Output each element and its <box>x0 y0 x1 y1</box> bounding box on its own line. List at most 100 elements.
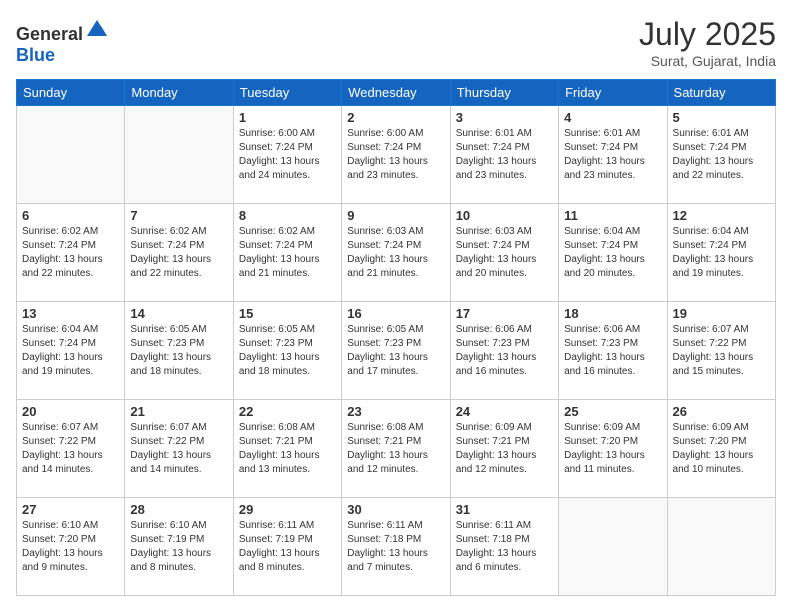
day-detail: Sunrise: 6:09 AMSunset: 7:20 PMDaylight:… <box>564 421 661 477</box>
day-detail: Sunrise: 6:11 AMSunset: 7:18 PMDaylight:… <box>456 519 553 575</box>
logo-icon <box>85 16 109 40</box>
table-row: 16Sunrise: 6:05 AMSunset: 7:23 PMDayligh… <box>342 302 450 400</box>
logo-general: General <box>16 24 83 44</box>
col-wednesday: Wednesday <box>342 80 450 106</box>
title-block: July 2025 Surat, Gujarat, India <box>639 16 776 69</box>
table-row: 13 Sunrise: 6:04 AMSunset: 7:24 PMDayligh… <box>17 302 125 400</box>
day-number: 3 <box>456 110 553 125</box>
table-row: 10Sunrise: 6:03 AMSunset: 7:24 PMDayligh… <box>450 204 558 302</box>
table-row: 15 Sunrise: 6:05 AMSunset: 7:23 PMDayligh… <box>233 302 341 400</box>
day-number: 26 <box>673 404 770 419</box>
table-row <box>667 498 775 596</box>
day-detail: Sunrise: 6:00 AMSunset: 7:24 PMDaylight:… <box>239 127 336 183</box>
table-row: 2 Sunrise: 6:00 AMSunset: 7:24 PMDaylight… <box>342 106 450 204</box>
day-detail: Sunrise: 6:05 AMSunset: 7:23 PMDaylight:… <box>239 323 336 379</box>
table-row: 26 Sunrise: 6:09 AMSunset: 7:20 PMDayligh… <box>667 400 775 498</box>
table-row: 23 Sunrise: 6:08 AMSunset: 7:21 PMDayligh… <box>342 400 450 498</box>
day-detail: Sunrise: 6:05 AMSunset: 7:23 PMDaylight:… <box>130 323 227 379</box>
day-number: 14 <box>130 306 227 321</box>
day-detail: Sunrise: 6:07 AMSunset: 7:22 PMDaylight:… <box>22 421 119 477</box>
table-row: 1 Sunrise: 6:00 AMSunset: 7:24 PMDaylight… <box>233 106 341 204</box>
day-detail: Sunrise: 6:04 AMSunset: 7:24 PMDaylight:… <box>22 323 119 379</box>
logo: General Blue <box>16 16 109 66</box>
table-row: 19 Sunrise: 6:07 AMSunset: 7:22 PMDayligh… <box>667 302 775 400</box>
page-header: General Blue July 2025 Surat, Gujarat, I… <box>16 16 776 69</box>
day-number: 23 <box>347 404 444 419</box>
table-row: 11Sunrise: 6:04 AMSunset: 7:24 PMDayligh… <box>559 204 667 302</box>
day-number: 1 <box>239 110 336 125</box>
table-row: 4 Sunrise: 6:01 AMSunset: 7:24 PMDaylight… <box>559 106 667 204</box>
col-friday: Friday <box>559 80 667 106</box>
day-detail: Sunrise: 6:04 AMSunset: 7:24 PMDaylight:… <box>673 225 770 281</box>
table-row: 5 Sunrise: 6:01 AMSunset: 7:24 PMDaylight… <box>667 106 775 204</box>
calendar-week-row: 6 Sunrise: 6:02 AMSunset: 7:24 PMDaylight… <box>17 204 776 302</box>
table-row: 28Sunrise: 6:10 AMSunset: 7:19 PMDayligh… <box>125 498 233 596</box>
day-number: 4 <box>564 110 661 125</box>
table-row: 14 Sunrise: 6:05 AMSunset: 7:23 PMDayligh… <box>125 302 233 400</box>
day-number: 9 <box>347 208 444 223</box>
day-number: 21 <box>130 404 227 419</box>
day-number: 28 <box>130 502 227 517</box>
day-detail: Sunrise: 6:01 AMSunset: 7:24 PMDaylight:… <box>564 127 661 183</box>
day-number: 30 <box>347 502 444 517</box>
day-detail: Sunrise: 6:01 AMSunset: 7:24 PMDaylight:… <box>673 127 770 183</box>
table-row: 12 Sunrise: 6:04 AMSunset: 7:24 PMDayligh… <box>667 204 775 302</box>
calendar-table: Sunday Monday Tuesday Wednesday Thursday… <box>16 79 776 596</box>
day-number: 2 <box>347 110 444 125</box>
day-number: 16 <box>347 306 444 321</box>
day-number: 31 <box>456 502 553 517</box>
table-row: 30 Sunrise: 6:11 AMSunset: 7:18 PMDayligh… <box>342 498 450 596</box>
day-number: 29 <box>239 502 336 517</box>
day-detail: Sunrise: 6:09 AMSunset: 7:20 PMDaylight:… <box>673 421 770 477</box>
day-detail: Sunrise: 6:11 AMSunset: 7:19 PMDaylight:… <box>239 519 336 575</box>
col-thursday: Thursday <box>450 80 558 106</box>
day-number: 8 <box>239 208 336 223</box>
day-number: 22 <box>239 404 336 419</box>
day-detail: Sunrise: 6:08 AMSunset: 7:21 PMDaylight:… <box>347 421 444 477</box>
calendar-week-row: 20 Sunrise: 6:07 AMSunset: 7:22 PMDayligh… <box>17 400 776 498</box>
day-number: 6 <box>22 208 119 223</box>
day-detail: Sunrise: 6:06 AMSunset: 7:23 PMDaylight:… <box>456 323 553 379</box>
day-detail: Sunrise: 6:03 AMSunset: 7:24 PMDaylight:… <box>347 225 444 281</box>
day-detail: Sunrise: 6:01 AMSunset: 7:24 PMDaylight:… <box>456 127 553 183</box>
col-tuesday: Tuesday <box>233 80 341 106</box>
day-number: 12 <box>673 208 770 223</box>
table-row <box>125 106 233 204</box>
table-row: 17Sunrise: 6:06 AMSunset: 7:23 PMDayligh… <box>450 302 558 400</box>
day-detail: Sunrise: 6:04 AMSunset: 7:24 PMDaylight:… <box>564 225 661 281</box>
table-row <box>17 106 125 204</box>
calendar-week-row: 1 Sunrise: 6:00 AMSunset: 7:24 PMDaylight… <box>17 106 776 204</box>
day-number: 27 <box>22 502 119 517</box>
day-number: 19 <box>673 306 770 321</box>
day-detail: Sunrise: 6:02 AMSunset: 7:24 PMDaylight:… <box>22 225 119 281</box>
table-row: 25 Sunrise: 6:09 AMSunset: 7:20 PMDayligh… <box>559 400 667 498</box>
table-row <box>559 498 667 596</box>
table-row: 20 Sunrise: 6:07 AMSunset: 7:22 PMDayligh… <box>17 400 125 498</box>
day-detail: Sunrise: 6:08 AMSunset: 7:21 PMDaylight:… <box>239 421 336 477</box>
col-monday: Monday <box>125 80 233 106</box>
day-number: 25 <box>564 404 661 419</box>
day-detail: Sunrise: 6:07 AMSunset: 7:22 PMDaylight:… <box>673 323 770 379</box>
day-number: 20 <box>22 404 119 419</box>
table-row: 22 Sunrise: 6:08 AMSunset: 7:21 PMDayligh… <box>233 400 341 498</box>
day-detail: Sunrise: 6:03 AMSunset: 7:24 PMDaylight:… <box>456 225 553 281</box>
calendar-header-row: Sunday Monday Tuesday Wednesday Thursday… <box>17 80 776 106</box>
calendar-week-row: 27Sunrise: 6:10 AMSunset: 7:20 PMDayligh… <box>17 498 776 596</box>
table-row: 24Sunrise: 6:09 AMSunset: 7:21 PMDayligh… <box>450 400 558 498</box>
table-row: 21 Sunrise: 6:07 AMSunset: 7:22 PMDayligh… <box>125 400 233 498</box>
day-detail: Sunrise: 6:00 AMSunset: 7:24 PMDaylight:… <box>347 127 444 183</box>
calendar-week-row: 13 Sunrise: 6:04 AMSunset: 7:24 PMDayligh… <box>17 302 776 400</box>
table-row: 9 Sunrise: 6:03 AMSunset: 7:24 PMDaylight… <box>342 204 450 302</box>
day-number: 24 <box>456 404 553 419</box>
table-row: 29 Sunrise: 6:11 AMSunset: 7:19 PMDayligh… <box>233 498 341 596</box>
day-detail: Sunrise: 6:11 AMSunset: 7:18 PMDaylight:… <box>347 519 444 575</box>
table-row: 6 Sunrise: 6:02 AMSunset: 7:24 PMDaylight… <box>17 204 125 302</box>
day-number: 13 <box>22 306 119 321</box>
day-number: 15 <box>239 306 336 321</box>
day-number: 5 <box>673 110 770 125</box>
location-subtitle: Surat, Gujarat, India <box>639 53 776 69</box>
day-detail: Sunrise: 6:07 AMSunset: 7:22 PMDaylight:… <box>130 421 227 477</box>
col-sunday: Sunday <box>17 80 125 106</box>
table-row: 8Sunrise: 6:02 AMSunset: 7:24 PMDaylight… <box>233 204 341 302</box>
table-row: 27Sunrise: 6:10 AMSunset: 7:20 PMDayligh… <box>17 498 125 596</box>
